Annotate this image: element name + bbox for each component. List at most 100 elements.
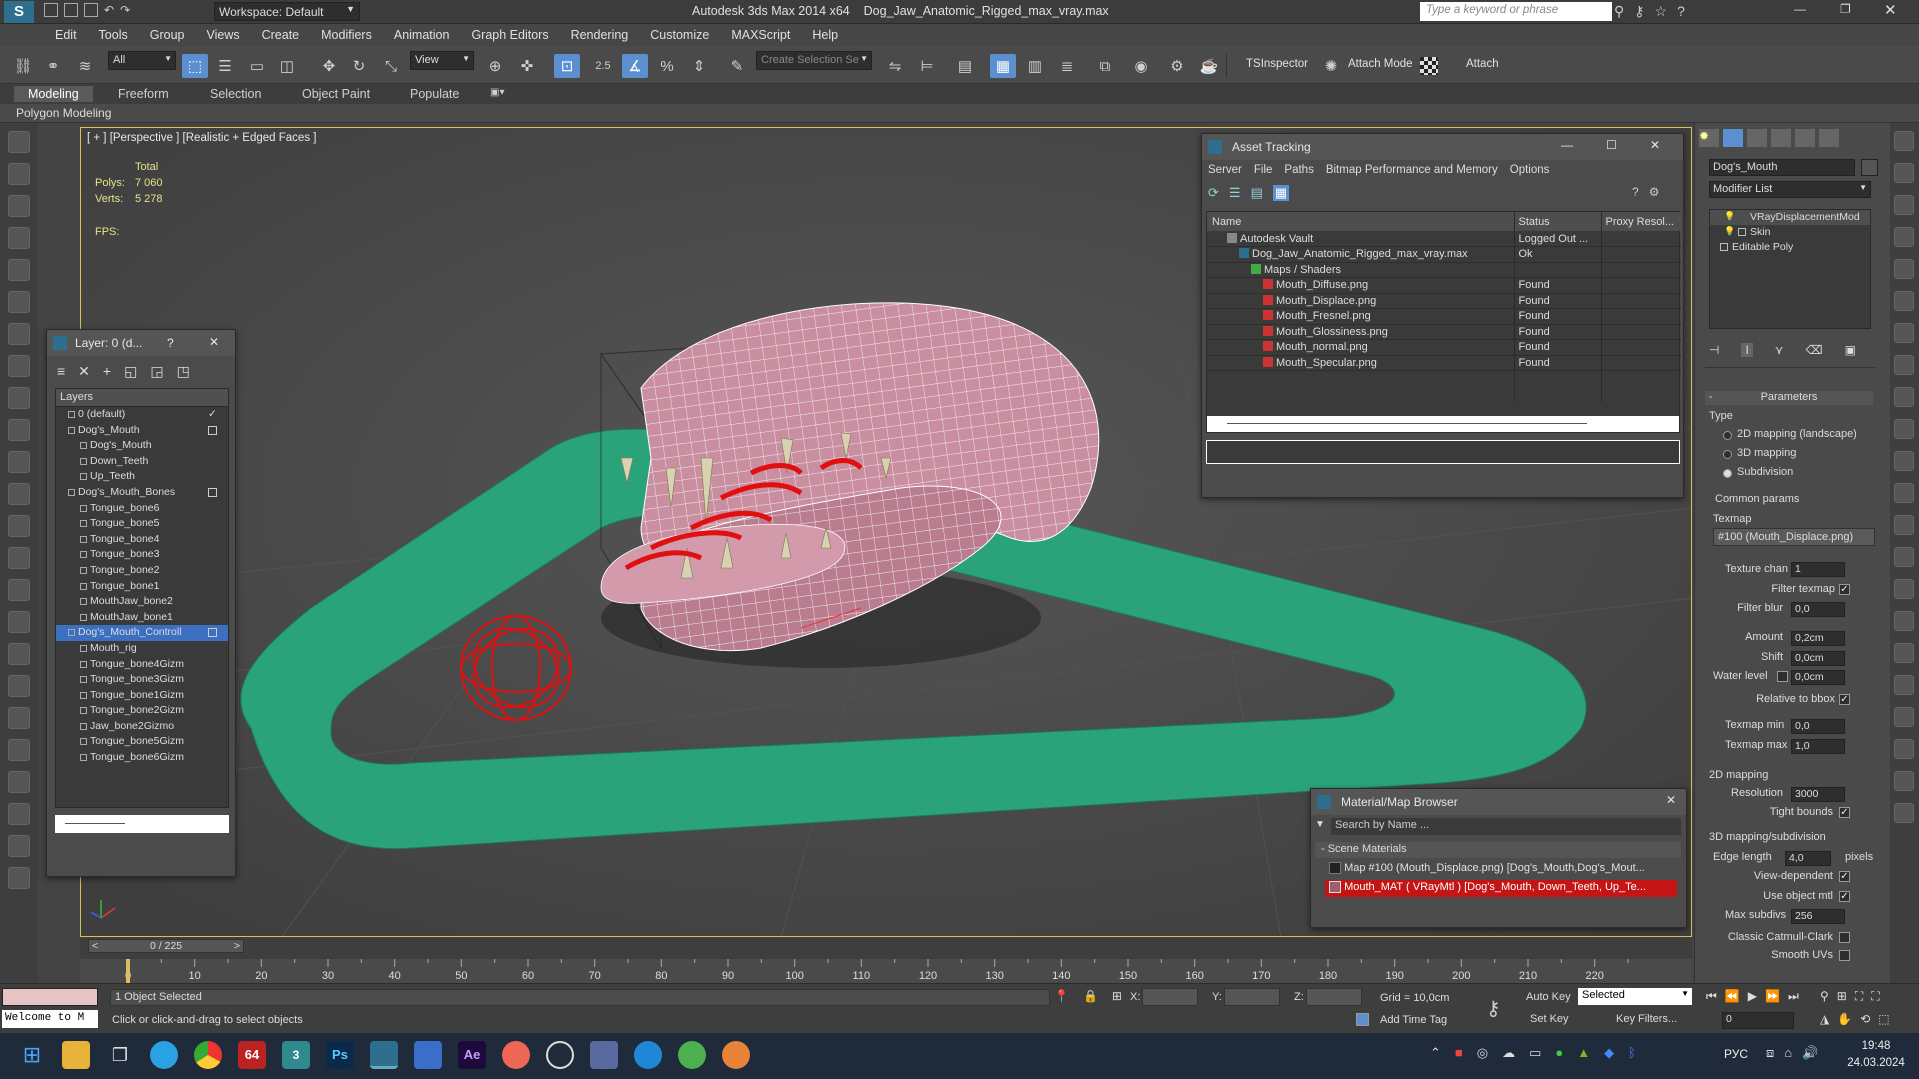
search-app-icon[interactable] xyxy=(546,1041,574,1069)
tray-security-icon[interactable]: ◆ xyxy=(1604,1045,1614,1061)
keyboard-shortcut-toggle-icon[interactable]: ⊡ xyxy=(554,54,580,78)
helper-tool-icon[interactable] xyxy=(8,803,30,825)
named-selection-set-dropdown[interactable]: Create Selection Se ▼ xyxy=(756,51,872,70)
selection-filter-dropdown[interactable]: All ▼ xyxy=(108,51,176,70)
track-bar[interactable]: 0102030405060708090100110120130140150160… xyxy=(80,959,1692,983)
menu-group[interactable]: Group xyxy=(139,24,196,42)
mirror-icon[interactable]: ⇋ xyxy=(882,54,908,78)
tab-modeling[interactable]: Modeling xyxy=(14,86,93,102)
z-coord-field[interactable] xyxy=(1306,988,1362,1006)
chevron-left-icon[interactable]: < xyxy=(92,940,98,952)
radio-2d-mapping[interactable] xyxy=(1723,431,1732,440)
zoom-icon[interactable]: ⚲ xyxy=(1820,989,1829,1004)
input-language[interactable]: РУС xyxy=(1724,1047,1748,1061)
time-slider[interactable]: < 0 / 225 > xyxy=(88,939,244,953)
resolution-spinner[interactable]: 3000 xyxy=(1791,787,1845,802)
column-status[interactable]: Status xyxy=(1514,212,1602,231)
stack-item-skin[interactable]: 💡 Skin xyxy=(1710,225,1870,240)
layers-icon[interactable]: ≡ xyxy=(57,363,65,381)
particle-tool-icon[interactable] xyxy=(8,355,30,377)
asset-row[interactable]: Mouth_Displace.png Found xyxy=(1207,293,1681,309)
set-key-icon[interactable]: ⚷ xyxy=(1486,996,1501,1021)
tray-headset-icon[interactable]: ◎ xyxy=(1477,1045,1488,1061)
tray-bluetooth-icon[interactable]: ᛒ xyxy=(1628,1045,1636,1061)
attach-mode-icon[interactable]: ✺ xyxy=(1318,54,1344,78)
viewport-layout-icon[interactable] xyxy=(8,131,30,153)
smooth-uvs-checkbox[interactable] xyxy=(1839,950,1850,961)
tray-expand-icon[interactable]: ⌃ xyxy=(1430,1045,1441,1061)
menu-help[interactable]: Help xyxy=(801,24,849,42)
layer-row[interactable]: Tongue_bone3Gizm xyxy=(56,672,228,688)
sphere-primitive-icon[interactable] xyxy=(8,419,30,441)
tray-display-icon[interactable]: ▭ xyxy=(1529,1045,1541,1061)
layer-row[interactable]: Tongue_bone2Gizm xyxy=(56,703,228,719)
asset-row[interactable]: Mouth_Diffuse.png Found xyxy=(1207,277,1681,293)
curve-editor-icon[interactable]: ≣ xyxy=(1054,54,1080,78)
open-file-icon[interactable] xyxy=(64,3,78,17)
move-icon[interactable]: ✥ xyxy=(316,54,342,78)
task-view-icon[interactable]: ❐ xyxy=(106,1041,134,1069)
menu-modifiers[interactable]: Modifiers xyxy=(310,24,383,42)
object-name-field[interactable]: Dog's_Mouth xyxy=(1709,159,1855,176)
lock-icon[interactable]: 🔒 xyxy=(1083,989,1098,1003)
scene-explorer-icon[interactable] xyxy=(8,195,30,217)
parameters-rollout[interactable]: - Parameters xyxy=(1705,391,1873,405)
material-item-map100[interactable]: Map #100 (Mouth_Displace.png) [Dog's_Mou… xyxy=(1325,861,1677,878)
relative-bbox-checkbox[interactable]: ✓ xyxy=(1839,694,1850,705)
tab-populate[interactable]: Populate xyxy=(410,87,459,101)
viewport-label[interactable]: [ + ] [Perspective ] [Realistic + Edged … xyxy=(87,132,316,144)
texmap-button[interactable]: #100 (Mouth_Displace.png) xyxy=(1713,528,1875,546)
angle-snap-icon[interactable]: ∡ xyxy=(622,54,648,78)
asset-row[interactable]: Mouth_Specular.png Found xyxy=(1207,355,1681,371)
right-tool-10-icon[interactable] xyxy=(1894,419,1914,439)
polygon-modeling-panel[interactable]: Polygon Modeling xyxy=(16,106,111,120)
play-icon[interactable]: ▶ xyxy=(1748,989,1757,1004)
stack-item-vray-displacement[interactable]: 💡 VRayDisplacementMod xyxy=(1710,210,1870,225)
show-end-result-icon[interactable]: I xyxy=(1741,343,1753,357)
tsinspector-button[interactable]: TSInspector xyxy=(1246,58,1308,70)
tray-cloud-icon[interactable]: ☁ xyxy=(1502,1045,1515,1061)
window-crossing-icon[interactable]: ◫ xyxy=(274,54,300,78)
right-tool-22-icon[interactable] xyxy=(1894,803,1914,823)
orbit-icon[interactable]: ⟲ xyxy=(1860,1012,1870,1026)
right-tool-14-icon[interactable] xyxy=(1894,547,1914,567)
file-explorer-icon[interactable] xyxy=(62,1041,90,1069)
max-subdivs-spinner[interactable]: 256 xyxy=(1791,909,1845,924)
torrent-icon[interactable] xyxy=(678,1041,706,1069)
zoom-extents-all-icon[interactable]: ⛶ xyxy=(1871,989,1879,1004)
tray-torrent-icon[interactable]: ● xyxy=(1555,1045,1563,1061)
display-tab-icon[interactable] xyxy=(1795,129,1815,147)
hide-all-icon[interactable]: ◳ xyxy=(177,363,190,381)
layer-scrollbar[interactable] xyxy=(55,815,229,833)
link-icon[interactable]: ⛓ xyxy=(10,54,36,78)
asset-row[interactable]: Mouth_Glossiness.png Found xyxy=(1207,324,1681,340)
highlight-icon[interactable]: ◲ xyxy=(150,363,163,381)
toolbar-panel-icon[interactable] xyxy=(8,227,30,249)
render-tool-icon[interactable] xyxy=(8,835,30,857)
monitor-icon[interactable]: ⧈ xyxy=(1766,1045,1774,1061)
layer-row[interactable]: Tongue_bone4 xyxy=(56,532,228,548)
right-tool-7-icon[interactable] xyxy=(1894,323,1914,343)
notepad-icon[interactable] xyxy=(414,1041,442,1069)
tight-bounds-checkbox[interactable]: ✓ xyxy=(1839,807,1850,818)
misc-tool-icon[interactable] xyxy=(8,867,30,889)
help-button[interactable]: ? xyxy=(167,336,174,350)
bone-tool-icon[interactable] xyxy=(8,739,30,761)
layer-row[interactable]: Tongue_bone4Gizm xyxy=(56,657,228,673)
spinner-snap-icon[interactable]: ⇕ xyxy=(686,54,712,78)
make-current-box-icon[interactable] xyxy=(208,628,217,638)
asset-path-field[interactable] xyxy=(1206,440,1680,464)
sun-light-icon[interactable] xyxy=(8,515,30,537)
percent-snap-icon[interactable]: % xyxy=(654,54,680,78)
new-file-icon[interactable] xyxy=(44,3,58,17)
layer-row[interactable]: Up_Teeth xyxy=(56,469,228,485)
edge-icon[interactable] xyxy=(634,1041,662,1069)
asset-menu-paths[interactable]: Paths xyxy=(1284,164,1313,180)
current-frame-marker[interactable] xyxy=(126,959,130,983)
scale-icon[interactable]: ⤡ xyxy=(378,54,404,78)
right-tool-16-icon[interactable] xyxy=(1894,611,1914,631)
unlink-icon[interactable]: ⚭ xyxy=(40,54,66,78)
column-name[interactable]: Name xyxy=(1207,212,1515,231)
binoculars-icon[interactable]: ⚲ xyxy=(1614,3,1624,20)
asset-hscrollbar[interactable] xyxy=(1207,416,1679,432)
